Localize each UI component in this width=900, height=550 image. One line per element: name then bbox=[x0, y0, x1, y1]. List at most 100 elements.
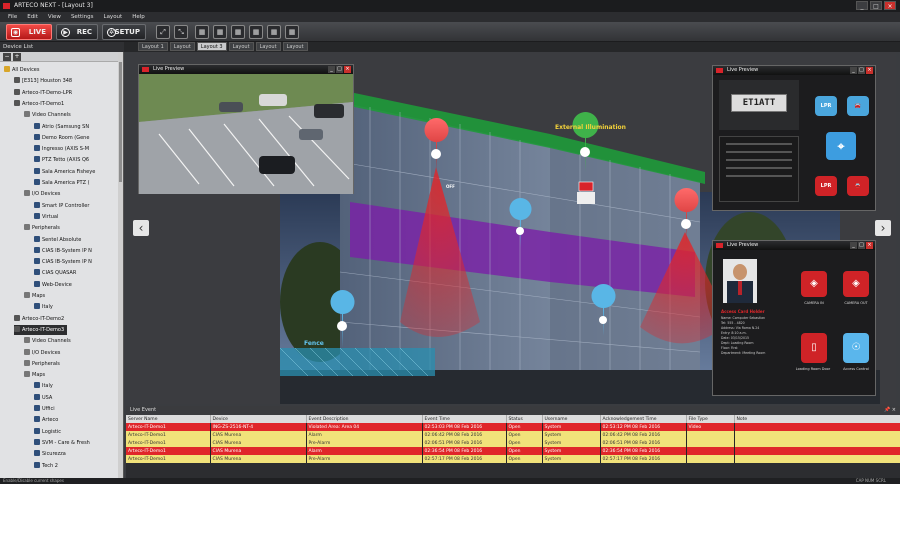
tree-node[interactable]: Video Channels bbox=[24, 110, 71, 120]
tree-node[interactable]: Tech 2 bbox=[34, 461, 58, 471]
tree-node[interactable]: Sala America PTZ ( bbox=[34, 178, 90, 188]
column-header[interactable]: File Type bbox=[686, 415, 735, 423]
tab-layout-1[interactable]: Layout 1 bbox=[138, 42, 168, 51]
tree-node[interactable]: Sentel Absolute bbox=[34, 235, 81, 245]
menu-settings[interactable]: Settings bbox=[71, 12, 94, 22]
car-alert-icon[interactable]: 🚘 bbox=[847, 176, 869, 196]
table-row[interactable]: Arteco-IT-Demo1 CIAS Murena Pre-Alarm 02:57… bbox=[126, 455, 900, 463]
location-pin-icon[interactable]: ⌖ bbox=[826, 132, 856, 160]
setup-button[interactable]: ✲ SETUP bbox=[102, 24, 146, 40]
tree-node[interactable]: CIAS QUASAR bbox=[34, 268, 76, 278]
layout-grid-3-icon[interactable]: ▦ bbox=[231, 25, 245, 39]
column-header[interactable]: Device bbox=[210, 415, 307, 423]
column-header[interactable]: Status bbox=[506, 415, 543, 423]
layout-grid-1-icon[interactable]: ▦ bbox=[195, 25, 209, 39]
off-badge[interactable]: OFF bbox=[446, 184, 455, 189]
tree-node[interactable]: Maps bbox=[24, 370, 45, 380]
rec-button[interactable]: ▶ REC bbox=[56, 24, 98, 40]
menu-file[interactable]: File bbox=[8, 12, 17, 22]
maximize-button[interactable]: □ bbox=[870, 1, 882, 10]
access-minimize-icon[interactable]: _ bbox=[850, 242, 857, 249]
prev-arrow-icon[interactable]: ‹ bbox=[133, 220, 149, 236]
preview-maximize-icon[interactable]: □ bbox=[336, 66, 343, 73]
tree-node[interactable]: Smart IP Controller bbox=[34, 201, 89, 211]
fingerprint-icon[interactable]: ☉ bbox=[843, 333, 869, 363]
column-header[interactable]: Note bbox=[734, 415, 900, 423]
column-header[interactable]: Event Time bbox=[422, 415, 507, 423]
tree-node[interactable]: Maps bbox=[24, 291, 45, 301]
access-maximize-icon[interactable]: □ bbox=[858, 242, 865, 249]
tree-node[interactable]: Ingresso (AXIS S-M bbox=[34, 144, 89, 154]
tree-node[interactable]: Virtual bbox=[34, 212, 58, 222]
tree-node[interactable]: Italy bbox=[34, 302, 53, 312]
access-close-icon[interactable]: × bbox=[866, 242, 873, 249]
lpr-out-button[interactable]: LPR bbox=[815, 176, 837, 196]
lpr-minimize-icon[interactable]: _ bbox=[850, 67, 857, 74]
tree-node[interactable]: Arteco-IT-Demo1 bbox=[14, 99, 64, 109]
fullscreen-icon[interactable]: ⤢ bbox=[156, 25, 170, 39]
next-arrow-icon[interactable]: › bbox=[875, 220, 891, 236]
tree-node[interactable]: Uffici bbox=[34, 404, 55, 414]
layout-grid-2-icon[interactable]: ▦ bbox=[213, 25, 227, 39]
layout-grid-5-icon[interactable]: ▦ bbox=[267, 25, 281, 39]
live-preview-lpr[interactable]: Live Preview _ □ × ET1ATT LPR 🚘 ⌖ LPR 🚘 bbox=[712, 65, 876, 211]
tree-node[interactable]: [E313] Houston 348 bbox=[14, 76, 72, 86]
tree-node[interactable]: Atrio (Samsung SN bbox=[34, 122, 89, 132]
tab-layout-2[interactable]: Layout bbox=[169, 42, 195, 51]
menu-layout[interactable]: Layout bbox=[104, 12, 123, 22]
tab-layout-3[interactable]: Layout 3 bbox=[196, 42, 227, 51]
layout-grid-4-icon[interactable]: ▦ bbox=[249, 25, 263, 39]
lpr-close-icon[interactable]: × bbox=[866, 67, 873, 74]
table-row[interactable]: Arteco-IT-Demo1 CIAS Murena Alarm 02:36:54 … bbox=[126, 447, 900, 455]
live-button[interactable]: ◉ LIVE bbox=[6, 24, 52, 40]
menu-view[interactable]: View bbox=[48, 12, 61, 22]
preview-close-icon[interactable]: × bbox=[344, 66, 351, 73]
tree-node[interactable]: Italy bbox=[34, 381, 53, 391]
lpr-maximize-icon[interactable]: □ bbox=[858, 67, 865, 74]
menu-help[interactable]: Help bbox=[132, 12, 145, 22]
minimize-button[interactable]: _ bbox=[856, 1, 868, 10]
tree-node[interactable]: PTZ Tetto (AXIS Q6 bbox=[34, 155, 89, 165]
tree-node[interactable]: USA bbox=[34, 393, 52, 403]
tree-node[interactable]: Video Channels bbox=[24, 336, 71, 346]
tree-node[interactable]: CIAS IB-System IP N bbox=[34, 257, 92, 267]
tab-layout-5[interactable]: Layout bbox=[255, 42, 281, 51]
tree-node[interactable]: I/O Devices bbox=[24, 189, 60, 199]
tab-layout-4[interactable]: Layout bbox=[228, 42, 254, 51]
tree-node[interactable]: Arteco-IT-Demo3 bbox=[14, 324, 68, 335]
tree-node[interactable]: Arteco-IT-Demo2 bbox=[14, 314, 64, 324]
camera-in-icon[interactable]: ◈ bbox=[801, 271, 827, 297]
tree-node[interactable]: Web-Device bbox=[34, 280, 72, 290]
car-icon[interactable]: 🚘 bbox=[847, 96, 869, 116]
tree-node[interactable]: Peripherals bbox=[24, 359, 60, 369]
tree-node[interactable]: Arteco-IT-Demo-LPR bbox=[14, 88, 72, 98]
tree-node[interactable]: Arteco bbox=[34, 415, 58, 425]
close-button[interactable]: × bbox=[884, 1, 896, 10]
tree-node[interactable]: All Devices bbox=[4, 65, 40, 75]
tab-layout-6[interactable]: Layout bbox=[282, 42, 308, 51]
tree-node[interactable]: Demo Room (Gene bbox=[34, 133, 89, 143]
device-tree-scrollbar[interactable] bbox=[118, 52, 123, 478]
column-header[interactable]: Event Description bbox=[306, 415, 423, 423]
tree-node[interactable]: CIAS IB-System IP N bbox=[34, 246, 92, 256]
tree-node[interactable]: I/O Devices bbox=[24, 348, 60, 358]
tree-node[interactable]: SVM - Care & Fresh bbox=[34, 438, 90, 448]
expand-icon[interactable]: + bbox=[13, 53, 21, 61]
table-row[interactable]: Arteco-IT-Demo1 CIAS Murena Alarm 02:06:42 … bbox=[126, 431, 900, 439]
door-icon[interactable]: ▯ bbox=[801, 333, 827, 363]
layout-grid-6-icon[interactable]: ▦ bbox=[285, 25, 299, 39]
collapse-icon[interactable]: − bbox=[3, 53, 11, 61]
tree-node[interactable]: Peripherals bbox=[24, 223, 60, 233]
tree-node[interactable]: Sicurezza bbox=[34, 449, 66, 459]
exit-fullscreen-icon[interactable]: ⤡ bbox=[174, 25, 188, 39]
menu-edit[interactable]: Edit bbox=[27, 12, 38, 22]
lpr-in-button[interactable]: LPR bbox=[815, 96, 837, 116]
live-preview-access[interactable]: Live Preview _ □ × Access Card Holder Na… bbox=[712, 240, 876, 396]
column-header[interactable]: Acknowledgement Time bbox=[600, 415, 687, 423]
live-preview-parking[interactable]: Live Preview _ □ × bbox=[138, 64, 354, 194]
map-viewport[interactable]: OFF External Illumination Fence ‹ › Live… bbox=[130, 52, 896, 404]
table-row[interactable]: Arteco-IT-Demo1 CIAS Murena Pre-Alarm 02:06… bbox=[126, 439, 900, 447]
tree-node[interactable]: Logistic bbox=[34, 427, 61, 437]
table-row[interactable]: Arteco-IT-Demo1 ING-ZS-2516-NT-4 Violated … bbox=[126, 423, 900, 431]
pin-icon[interactable]: 📌 × bbox=[884, 406, 896, 415]
